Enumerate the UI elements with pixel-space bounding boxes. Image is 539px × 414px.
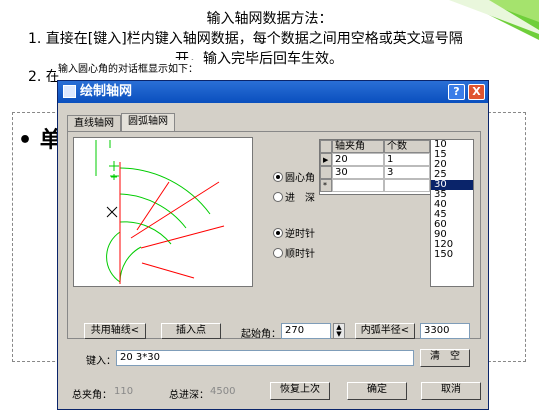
preview-canvas <box>73 137 253 287</box>
clear-button[interactable]: 清 空 <box>420 349 470 367</box>
column-header-angle: 轴夹角 <box>332 140 384 153</box>
radio-center-angle-label: 圆心角 <box>285 173 315 184</box>
dialog-caption: 输入圆心角的对话框显示如下： <box>56 60 200 75</box>
dialog-titlebar: 绘制轴网 ? X <box>58 81 488 103</box>
tab-straight-grid[interactable]: 直线轴网 <box>67 115 121 132</box>
radio-clockwise[interactable]: 顺时针 <box>273 245 315 260</box>
total-depth-label: 总进深： <box>169 390 209 401</box>
input-label: 键入： <box>86 356 116 367</box>
list-item[interactable]: 150 <box>431 250 473 260</box>
slide-instruction-1: 1. 直接在[键入]栏内键入轴网数据，每个数据之间用空格或英文逗号隔 <box>28 31 463 47</box>
start-angle-input[interactable]: 270 <box>281 323 331 339</box>
table-cell[interactable] <box>384 179 430 192</box>
table-cell[interactable] <box>332 179 384 192</box>
draw-axis-grid-dialog: 绘制轴网 ? X 直线轴网 圆弧轴网 圆心角 进 深 逆时针 顺时针 轴夹角 个… <box>57 80 489 410</box>
tab-arc-grid[interactable]: 圆弧轴网 <box>121 113 175 132</box>
table-cell[interactable]: 1 <box>384 153 430 166</box>
app-icon <box>63 85 76 98</box>
table-cell[interactable]: 3 <box>384 166 430 179</box>
slide-instruction-1-cont: 开，输入完毕后回车生效。 <box>175 51 343 67</box>
radio-center-angle[interactable]: 圆心角 <box>273 169 315 184</box>
radio-indicator <box>273 228 283 238</box>
radio-indicator <box>273 172 283 182</box>
dialog-title: 绘制轴网 <box>80 84 133 99</box>
radio-ccw-label: 逆时针 <box>285 229 315 240</box>
close-button[interactable]: X <box>468 84 485 100</box>
angle-count-table[interactable]: 轴夹角 个数 ▶ 20 1 30 3 * <box>319 139 431 195</box>
grid-data-input[interactable]: 20 3*30 <box>116 350 414 366</box>
insert-point-button[interactable]: 插入点 <box>161 323 221 339</box>
row-pointer-icon: ▶ <box>320 153 332 166</box>
new-row-icon: * <box>320 179 332 192</box>
radio-cw-label: 顺时针 <box>285 249 315 260</box>
table-cell[interactable]: 20 <box>332 153 384 166</box>
cancel-button[interactable]: 取消 <box>421 382 481 400</box>
arc-grid-preview <box>95 140 225 284</box>
shared-axis-button[interactable]: 共用轴线< <box>84 323 146 339</box>
inner-radius-input[interactable]: 3300 <box>420 323 470 339</box>
angle-list[interactable]: 10 15 20 25 30 35 40 45 60 90 120 150 <box>430 139 474 287</box>
slide-heading: 输入轴网数据方法： <box>206 11 333 27</box>
radio-indicator <box>273 248 283 258</box>
radio-depth[interactable]: 进 深 <box>273 189 315 204</box>
radio-counterclockwise[interactable]: 逆时针 <box>273 225 315 240</box>
restore-previous-button[interactable]: 恢复上次 <box>270 382 330 400</box>
row-header <box>320 166 332 179</box>
column-header-count: 个数 <box>384 140 430 153</box>
total-depth-value: 4500 <box>210 386 236 397</box>
total-angle-label: 总夹角： <box>72 390 112 401</box>
spinner-arrows-icon[interactable]: ▲ ▼ <box>333 323 345 339</box>
row-header-corner <box>320 140 332 153</box>
table-cell[interactable]: 30 <box>332 166 384 179</box>
radio-indicator <box>273 192 283 202</box>
inner-radius-button[interactable]: 内弧半径< <box>355 323 415 339</box>
help-button[interactable]: ? <box>448 84 465 100</box>
ok-button[interactable]: 确定 <box>347 382 407 400</box>
start-angle-label: 起始角： <box>241 329 281 340</box>
total-angle-value: 110 <box>114 386 134 397</box>
bullet-text: • 单 <box>18 128 62 153</box>
radio-depth-label: 进 深 <box>285 193 315 204</box>
